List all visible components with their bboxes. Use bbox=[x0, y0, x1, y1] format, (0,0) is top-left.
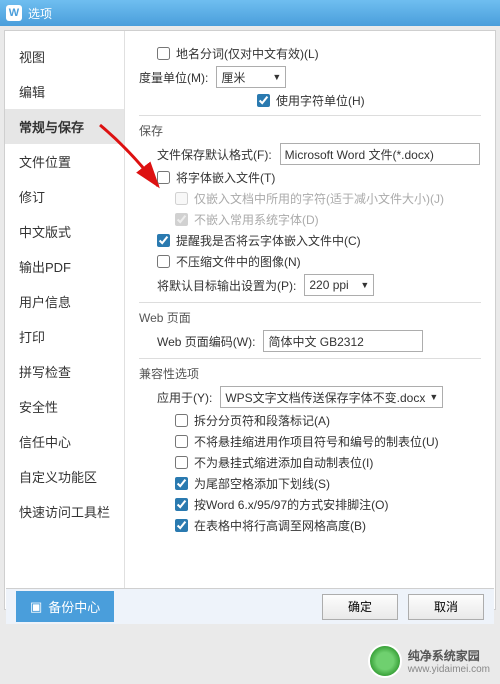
watermark-url: www.yidaimei.com bbox=[408, 664, 490, 675]
label-placename: 地名分词(仅对中文有效)(L) bbox=[176, 45, 319, 62]
cancel-button[interactable]: 取消 bbox=[408, 594, 484, 620]
sidebar-item-general-save[interactable]: 常规与保存 bbox=[5, 109, 124, 144]
dropdown-unit[interactable]: 厘米 ▼ bbox=[216, 66, 286, 88]
checkbox-no-common-font bbox=[175, 213, 188, 226]
sidebar-item-revision[interactable]: 修订 bbox=[5, 179, 124, 214]
sidebar: 视图 编辑 常规与保存 文件位置 修订 中文版式 输出PDF 用户信息 打印 拼… bbox=[5, 31, 125, 609]
checkbox-char-unit[interactable] bbox=[257, 94, 270, 107]
sidebar-item-view[interactable]: 视图 bbox=[5, 39, 124, 74]
checkbox-embed-only-used bbox=[175, 192, 188, 205]
label-no-common-font: 不嵌入常用系统字体(D) bbox=[194, 211, 319, 228]
sidebar-item-customize-ribbon[interactable]: 自定义功能区 bbox=[5, 459, 124, 494]
checkbox-split-page[interactable] bbox=[175, 414, 188, 427]
sidebar-item-security[interactable]: 安全性 bbox=[5, 389, 124, 424]
label-file-format: 文件保存默认格式(F): bbox=[157, 146, 272, 163]
label-cloud-font: 提醒我是否将云字体嵌入文件中(C) bbox=[176, 232, 361, 249]
footer-bar: ▣ 备份中心 确定 取消 bbox=[6, 588, 494, 624]
label-apply-to: 应用于(Y): bbox=[157, 389, 212, 406]
label-char-unit: 使用字符单位(H) bbox=[276, 92, 365, 109]
label-split-page: 拆分分页符和段落标记(A) bbox=[194, 412, 330, 429]
label-word6-footnote: 按Word 6.x/95/97的方式安排脚注(O) bbox=[194, 496, 389, 513]
sidebar-item-spellcheck[interactable]: 拼写检查 bbox=[5, 354, 124, 389]
checkbox-table-row-height[interactable] bbox=[175, 519, 188, 532]
checkbox-placename[interactable] bbox=[157, 47, 170, 60]
window-title: 选项 bbox=[28, 5, 52, 22]
label-web-encoding: Web 页面编码(W): bbox=[157, 333, 255, 350]
content-panel: 地名分词(仅对中文有效)(L) 度量单位(M): 厘米 ▼ 使用字符单位(H) … bbox=[125, 31, 495, 609]
label-table-row-height: 在表格中将行高调至网格高度(B) bbox=[194, 517, 366, 534]
ok-button[interactable]: 确定 bbox=[322, 594, 398, 620]
sidebar-item-chinese-layout[interactable]: 中文版式 bbox=[5, 214, 124, 249]
label-embed-font: 将字体嵌入文件(T) bbox=[176, 169, 275, 186]
watermark-brand: 纯净系统家园 bbox=[408, 647, 490, 664]
watermark-logo-icon bbox=[368, 644, 402, 678]
dropdown-web-encoding-value: 简体中文 GB2312 bbox=[268, 333, 363, 350]
backup-center-button[interactable]: ▣ 备份中心 bbox=[16, 591, 114, 622]
dropdown-file-format[interactable]: Microsoft Word 文件(*.docx) bbox=[280, 143, 480, 165]
app-logo: W bbox=[6, 5, 22, 21]
label-default-output: 将默认目标输出设置为(P): bbox=[157, 277, 296, 294]
titlebar: W 选项 bbox=[0, 0, 500, 26]
checkbox-trailing-underline[interactable] bbox=[175, 477, 188, 490]
label-no-auto-tab: 不为悬挂式缩进添加自动制表位(I) bbox=[194, 454, 373, 471]
sidebar-item-user-info[interactable]: 用户信息 bbox=[5, 284, 124, 319]
sidebar-item-trust-center[interactable]: 信任中心 bbox=[5, 424, 124, 459]
main-frame: 视图 编辑 常规与保存 文件位置 修订 中文版式 输出PDF 用户信息 打印 拼… bbox=[4, 30, 496, 610]
checkbox-no-hang-tab[interactable] bbox=[175, 435, 188, 448]
dropdown-default-output-value: 220 ppi bbox=[309, 278, 348, 292]
sidebar-item-edit[interactable]: 编辑 bbox=[5, 74, 124, 109]
sidebar-item-print[interactable]: 打印 bbox=[5, 319, 124, 354]
section-compat-title: 兼容性选项 bbox=[139, 365, 481, 382]
chevron-down-icon: ▼ bbox=[272, 72, 281, 82]
sidebar-item-file-location[interactable]: 文件位置 bbox=[5, 144, 124, 179]
checkbox-word6-footnote[interactable] bbox=[175, 498, 188, 511]
checkbox-no-auto-tab[interactable] bbox=[175, 456, 188, 469]
dropdown-unit-value: 厘米 bbox=[221, 69, 245, 86]
section-web-title: Web 页面 bbox=[139, 309, 481, 326]
dropdown-web-encoding[interactable]: 简体中文 GB2312 bbox=[263, 330, 423, 352]
chevron-down-icon: ▼ bbox=[360, 280, 369, 290]
chevron-down-icon: ▼ bbox=[429, 392, 438, 402]
sidebar-item-quick-access[interactable]: 快速访问工具栏 bbox=[5, 494, 124, 529]
sidebar-item-export-pdf[interactable]: 输出PDF bbox=[5, 249, 124, 284]
watermark: 纯净系统家园 www.yidaimei.com bbox=[368, 644, 490, 678]
label-trailing-underline: 为尾部空格添加下划线(S) bbox=[194, 475, 330, 492]
label-no-hang-tab: 不将悬挂缩进用作项目符号和编号的制表位(U) bbox=[194, 433, 439, 450]
section-save-title: 保存 bbox=[139, 122, 481, 139]
dropdown-default-output[interactable]: 220 ppi ▼ bbox=[304, 274, 374, 296]
dropdown-apply-to-value: WPS文字文档传送保存字体不变.docx bbox=[225, 389, 425, 406]
backup-center-label: 备份中心 bbox=[48, 597, 100, 616]
checkbox-embed-font[interactable] bbox=[157, 171, 170, 184]
label-unit: 度量单位(M): bbox=[139, 69, 208, 86]
label-embed-only-used: 仅嵌入文档中所用的字符(适于减小文件大小)(J) bbox=[194, 190, 444, 207]
checkbox-cloud-font[interactable] bbox=[157, 234, 170, 247]
folder-icon: ▣ bbox=[30, 599, 42, 615]
checkbox-no-compress[interactable] bbox=[157, 255, 170, 268]
dropdown-apply-to[interactable]: WPS文字文档传送保存字体不变.docx ▼ bbox=[220, 386, 443, 408]
label-no-compress: 不压缩文件中的图像(N) bbox=[176, 253, 301, 270]
dropdown-file-format-value: Microsoft Word 文件(*.docx) bbox=[285, 146, 434, 163]
